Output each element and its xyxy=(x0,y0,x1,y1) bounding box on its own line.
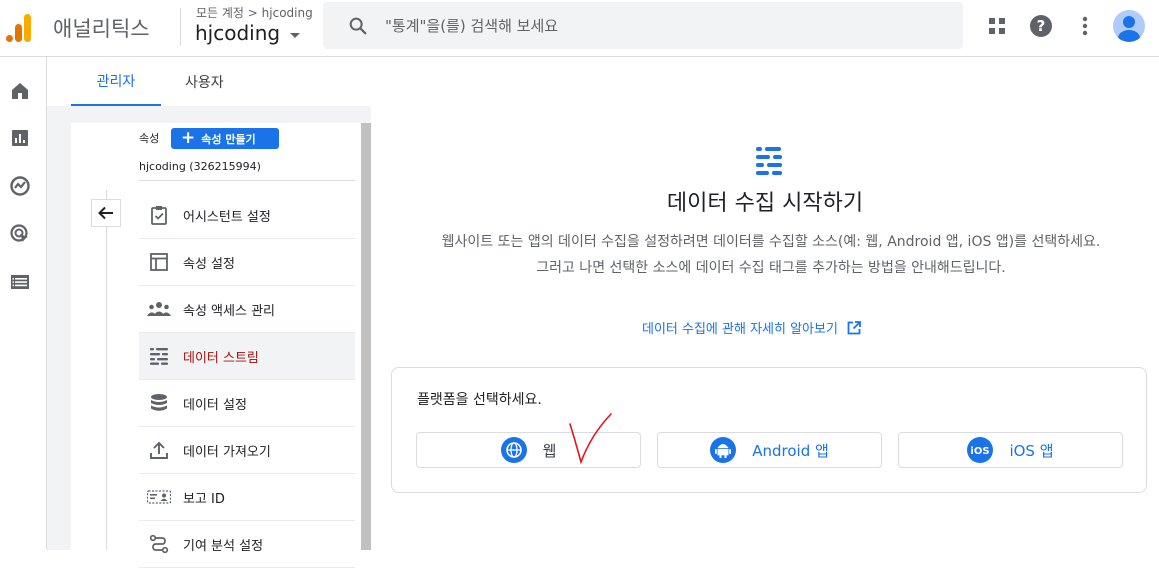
explore-icon[interactable] xyxy=(8,174,32,198)
tree-line xyxy=(106,190,107,550)
admin-tabs: 관리자 사용자 xyxy=(47,57,1159,106)
arrow-back-icon xyxy=(98,206,113,220)
menu-item-label: 기여 분석 설정 xyxy=(183,538,264,554)
tab-admin[interactable]: 관리자 xyxy=(71,57,161,106)
upload-icon xyxy=(139,440,179,460)
help-icon[interactable]: ? xyxy=(1019,8,1063,44)
id-card-icon xyxy=(139,490,179,504)
svg-text:iOS: iOS xyxy=(971,446,990,456)
property-selector[interactable]: hjcoding (326215994) xyxy=(139,160,261,173)
menu-item-attribution-settings[interactable]: 기여 분석 설정 xyxy=(139,521,355,568)
learn-more-label: 데이터 수집에 관해 자세히 알아보기 xyxy=(642,322,838,337)
android-platform-button[interactable]: Android 앱 xyxy=(657,432,882,468)
globe-icon xyxy=(500,437,527,463)
android-label: Android 앱 xyxy=(752,441,829,460)
advertising-icon[interactable] xyxy=(8,222,32,246)
people-icon xyxy=(139,301,179,317)
tab-users[interactable]: 사용자 xyxy=(185,57,224,106)
reports-icon[interactable] xyxy=(8,126,32,150)
ios-icon: iOS xyxy=(967,437,994,463)
web-label: 웹 xyxy=(542,441,557,460)
route-icon xyxy=(139,534,179,554)
menu-item-data-settings[interactable]: 데이터 설정 xyxy=(139,380,355,427)
back-button[interactable] xyxy=(91,199,121,227)
search-box[interactable] xyxy=(323,2,963,49)
home-icon[interactable] xyxy=(8,79,32,103)
menu-item-label: 데이터 스트림 xyxy=(183,350,259,366)
top-actions: ? xyxy=(975,8,1159,44)
settings-scrollbar[interactable] xyxy=(361,123,371,550)
ios-platform-button[interactable]: iOS iOS 앱 xyxy=(898,432,1123,468)
top-bar: 애널리틱스 모든 계정 > hjcoding hjcoding ? xyxy=(0,0,1159,57)
menu-item-label: 속성 설정 xyxy=(183,256,235,272)
menu-item-label: 데이터 설정 xyxy=(183,397,247,413)
header-divider xyxy=(180,8,181,46)
more-vert-icon[interactable] xyxy=(1063,8,1107,44)
menu-item-label: 속성 액세스 관리 xyxy=(183,303,275,319)
create-property-label: 속성 만들기 xyxy=(201,132,256,146)
property-label: 속성 xyxy=(139,132,160,145)
learn-more-link[interactable]: 데이터 수집에 관해 자세히 알아보기 xyxy=(642,318,862,337)
platform-card: 플랫폼을 선택하세요. 웹 Android 앱 iOS iOS 앱 xyxy=(391,367,1147,493)
menu-item-property-settings[interactable]: 속성 설정 xyxy=(139,239,355,286)
caret-down-icon xyxy=(290,32,301,38)
list-icon[interactable] xyxy=(8,270,32,294)
account-name: hjcoding xyxy=(195,21,281,45)
apps-grid-icon[interactable] xyxy=(975,8,1019,44)
menu-item-property-access[interactable]: 속성 액세스 관리 xyxy=(139,286,355,333)
account-selector[interactable]: hjcoding xyxy=(195,21,301,45)
app-name: 애널리틱스 xyxy=(53,17,150,41)
divider xyxy=(139,180,355,181)
plus-icon: + xyxy=(181,128,196,148)
streams-icon xyxy=(752,145,786,181)
streams-icon xyxy=(139,347,179,365)
create-property-button[interactable]: + 속성 만들기 xyxy=(171,128,279,149)
platform-title: 플랫폼을 선택하세요. xyxy=(417,392,542,408)
red-checkmark-annotation xyxy=(569,413,612,465)
menu-item-data-streams[interactable]: 데이터 스트림 xyxy=(139,333,355,380)
left-nav xyxy=(0,57,47,550)
page-description: 웹사이트 또는 앱의 데이터 수집을 설정하려면 데이터를 수집할 소스(예: … xyxy=(441,234,1101,276)
menu-item-reporting-id[interactable]: 보고 ID xyxy=(139,474,355,521)
layout-icon xyxy=(139,252,179,272)
avatar[interactable] xyxy=(1113,10,1145,42)
account-breadcrumb[interactable]: 모든 계정 > hjcoding xyxy=(196,4,313,21)
menu-item-label: 데이터 가져오기 xyxy=(183,444,271,460)
search-input[interactable] xyxy=(385,16,885,35)
analytics-logo-icon[interactable] xyxy=(6,12,34,42)
menu-item-label: 어시스턴트 설정 xyxy=(183,209,271,225)
open-in-new-icon xyxy=(847,320,861,334)
menu-item-assistant-setup[interactable]: 어시스턴트 설정 xyxy=(139,192,355,239)
svg-text:?: ? xyxy=(1037,17,1046,35)
database-icon xyxy=(139,393,179,413)
menu-item-data-import[interactable]: 데이터 가져오기 xyxy=(139,427,355,474)
android-icon xyxy=(710,437,737,463)
page-title: 데이터 수집 시작하기 xyxy=(666,191,864,216)
menu-item-label: 보고 ID xyxy=(183,491,225,507)
clipboard-check-icon xyxy=(139,205,179,225)
search-icon xyxy=(349,17,367,34)
ios-label: iOS 앱 xyxy=(1009,441,1054,460)
